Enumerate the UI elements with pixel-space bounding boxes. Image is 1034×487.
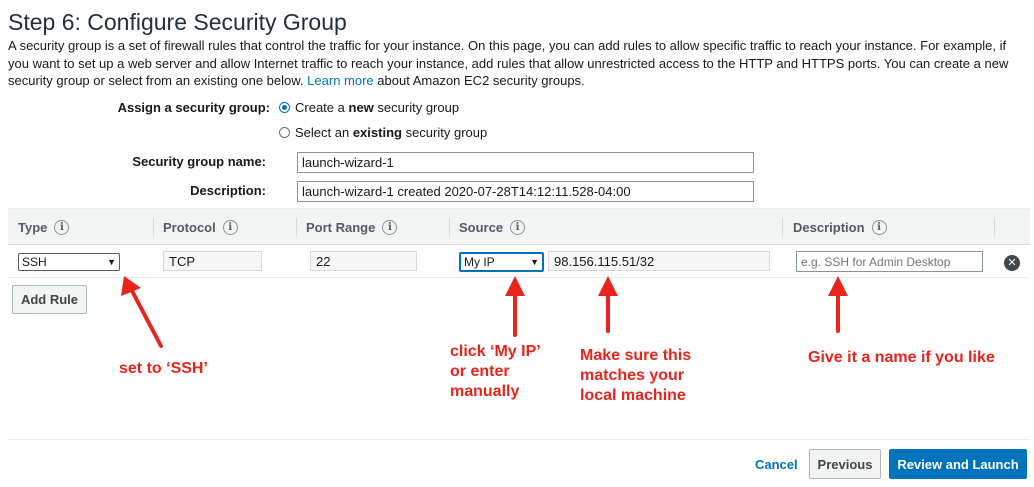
- annotation-line: matches your: [580, 367, 685, 384]
- annotation-arrows: [121, 276, 848, 348]
- previous-button[interactable]: Previous: [809, 449, 881, 479]
- review-and-launch-button[interactable]: Review and Launch: [889, 449, 1027, 479]
- annotation-line: manually: [450, 383, 520, 400]
- annotation-description-note: Give it a name if you like: [808, 349, 995, 366]
- cancel-button[interactable]: Cancel: [755, 457, 798, 472]
- annotation-line: Make sure this: [580, 347, 692, 364]
- annotation-line: click ‘My IP’: [450, 343, 541, 360]
- arrow-up-icon: [505, 276, 525, 296]
- annotation-ip-note: Make sure this matches your local machin…: [580, 346, 691, 406]
- footer-divider: [8, 439, 1030, 440]
- arrow-up-icon: [598, 276, 618, 296]
- arrow-up-icon: [828, 276, 848, 296]
- annotation-source-note: click ‘My IP’ or enter manually: [450, 342, 541, 402]
- annotation-type-note: set to ‘SSH’: [119, 360, 208, 377]
- annotation-line: or enter: [450, 363, 510, 380]
- annotation-line: local machine: [580, 387, 686, 404]
- arrow-up-icon: [128, 285, 163, 348]
